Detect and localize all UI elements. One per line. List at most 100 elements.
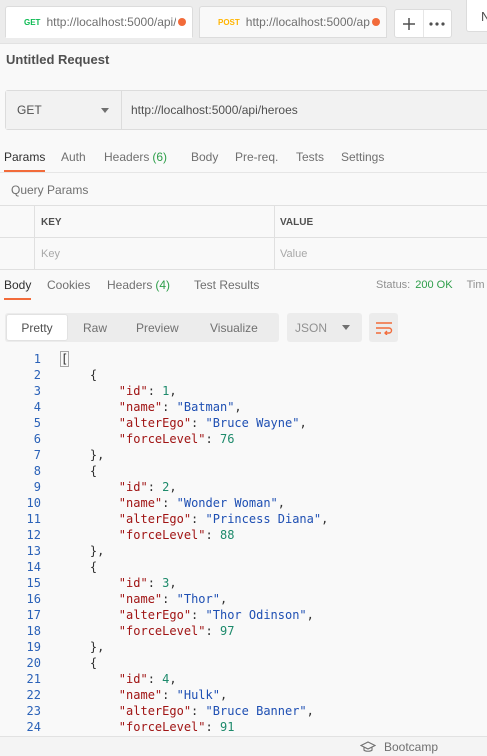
- tab-test-results[interactable]: Test Results: [194, 270, 259, 300]
- code-line: 12 "forceLevel": 88: [0, 528, 487, 544]
- line-number: 18: [26, 624, 41, 638]
- tab-body[interactable]: Body: [191, 142, 218, 172]
- tab-count: (4): [155, 278, 171, 292]
- tab-label: Params: [4, 150, 46, 164]
- code-text: "alterEgo": "Bruce Banner",: [118, 704, 314, 718]
- line-number: 5: [33, 416, 41, 430]
- line-number: 10: [26, 496, 41, 510]
- tab-pre-request[interactable]: Pre-req.: [235, 142, 278, 172]
- line-number: 16: [26, 592, 41, 606]
- mode-visualize[interactable]: Visualize: [210, 313, 258, 342]
- divider: [274, 238, 275, 270]
- tab-label: Body: [191, 150, 219, 164]
- code-line: 2 {: [0, 368, 487, 384]
- url-input[interactable]: http://localhost:5000/api/heroes: [122, 91, 487, 129]
- code-line: 13 },: [0, 544, 487, 560]
- line-number: 22: [26, 688, 41, 702]
- code-line: 17 "alterEgo": "Thor Odinson",: [0, 608, 487, 624]
- code-line: 19 },: [0, 640, 487, 656]
- code-text: "id": 1,: [118, 384, 177, 398]
- tab-tests[interactable]: Tests: [296, 142, 324, 172]
- line-number: 4: [33, 400, 41, 414]
- line-number: 3: [33, 384, 41, 398]
- environment-selector[interactable]: N: [466, 0, 487, 32]
- code-line: 3 "id": 1,: [0, 384, 487, 400]
- status-badge[interactable]: 200 OK: [415, 279, 452, 291]
- wrap-lines-icon[interactable]: [369, 313, 398, 342]
- tab-headers[interactable]: Headers (6): [104, 142, 167, 172]
- method-dropdown[interactable]: GET: [6, 91, 122, 129]
- line-number: 13: [26, 544, 41, 558]
- code-text: "forceLevel": 76: [118, 432, 235, 446]
- divider: [34, 238, 35, 270]
- plus-icon[interactable]: [395, 10, 423, 37]
- code-text: "forceLevel": 97: [118, 624, 235, 638]
- mode-preview[interactable]: Preview: [136, 313, 179, 342]
- tab-settings[interactable]: Settings: [341, 142, 384, 172]
- request-tab-post[interactable]: POST http://localhost:5000/ap...: [199, 6, 387, 38]
- code-line: 11 "alterEgo": "Princess Diana",: [0, 512, 487, 528]
- mode-raw[interactable]: Raw: [83, 313, 107, 342]
- code-text: },: [89, 544, 105, 558]
- code-text: "id": 4,: [118, 672, 177, 686]
- tab-response-body[interactable]: Body: [4, 270, 32, 300]
- ellipsis-icon[interactable]: [422, 10, 451, 37]
- line-number: 6: [33, 432, 41, 446]
- code-line: 16 "name": "Thor",: [0, 592, 487, 608]
- status-bar: Bootcamp: [0, 736, 487, 756]
- code-text: {: [89, 560, 98, 574]
- tab-url: http://localhost:5000/ap...: [245, 15, 370, 29]
- table-row: Key Value: [0, 238, 487, 270]
- tab-actions: [394, 9, 452, 38]
- line-number: 19: [26, 640, 41, 654]
- code-line: 18 "forceLevel": 97: [0, 624, 487, 640]
- bootcamp-button[interactable]: Bootcamp: [360, 740, 438, 754]
- request-title[interactable]: Untitled Request: [6, 52, 109, 67]
- code-line: 20 {: [0, 656, 487, 672]
- tab-label: Settings: [341, 150, 385, 164]
- request-tab-get[interactable]: GET http://localhost:5000/api/...: [5, 6, 193, 38]
- bootcamp-label: Bootcamp: [384, 740, 439, 754]
- format-dropdown[interactable]: JSON: [287, 313, 362, 342]
- tab-url: http://localhost:5000/api/...: [46, 15, 176, 29]
- tab-label: Cookies: [47, 278, 91, 292]
- line-number: 24: [26, 720, 41, 734]
- value-input[interactable]: Value: [280, 238, 480, 270]
- code-text: "alterEgo": "Thor Odinson",: [118, 608, 314, 622]
- tab-response-headers[interactable]: Headers (4): [107, 270, 170, 300]
- code-line: 15 "id": 3,: [0, 576, 487, 592]
- line-number: 8: [33, 464, 41, 478]
- tab-label: Headers: [104, 150, 150, 164]
- code-text: "name": "Batman",: [118, 400, 242, 414]
- tab-label: Auth: [61, 150, 86, 164]
- line-number: 9: [33, 480, 41, 494]
- tab-label: Tests: [296, 150, 325, 164]
- code-text: "forceLevel": 91: [118, 720, 235, 734]
- line-number: 14: [26, 560, 41, 574]
- tab-count: (6): [152, 150, 168, 164]
- key-input[interactable]: Key: [41, 238, 271, 270]
- format-value: JSON: [295, 320, 328, 335]
- divider: [0, 172, 487, 173]
- column-header-value: VALUE: [280, 216, 314, 228]
- code-text: {: [89, 464, 98, 478]
- tab-label: Pre-req.: [235, 150, 279, 164]
- line-number: 2: [33, 368, 41, 382]
- divider: [34, 206, 35, 238]
- code-text: [: [59, 351, 70, 367]
- mode-pretty[interactable]: Pretty: [6, 314, 68, 341]
- code-text: },: [89, 640, 105, 654]
- code-text: "id": 3,: [118, 576, 177, 590]
- tab-cookies[interactable]: Cookies: [47, 270, 90, 300]
- tab-label: Body: [4, 278, 32, 292]
- line-number: 20: [26, 656, 41, 670]
- code-line: 22 "name": "Hulk",: [0, 688, 487, 704]
- code-text: "forceLevel": 88: [118, 528, 235, 542]
- time-label[interactable]: Tim: [467, 279, 485, 291]
- response-body-viewer[interactable]: 1[2 {3 "id": 1, 4 "name": "Batman", 5 "alt…: [0, 350, 487, 736]
- tab-params[interactable]: Params: [4, 142, 46, 172]
- method-value: GET: [17, 103, 42, 117]
- tab-auth[interactable]: Auth: [61, 142, 86, 172]
- graduation-cap-icon: [360, 741, 376, 752]
- code-line: 4 "name": "Batman",: [0, 400, 487, 416]
